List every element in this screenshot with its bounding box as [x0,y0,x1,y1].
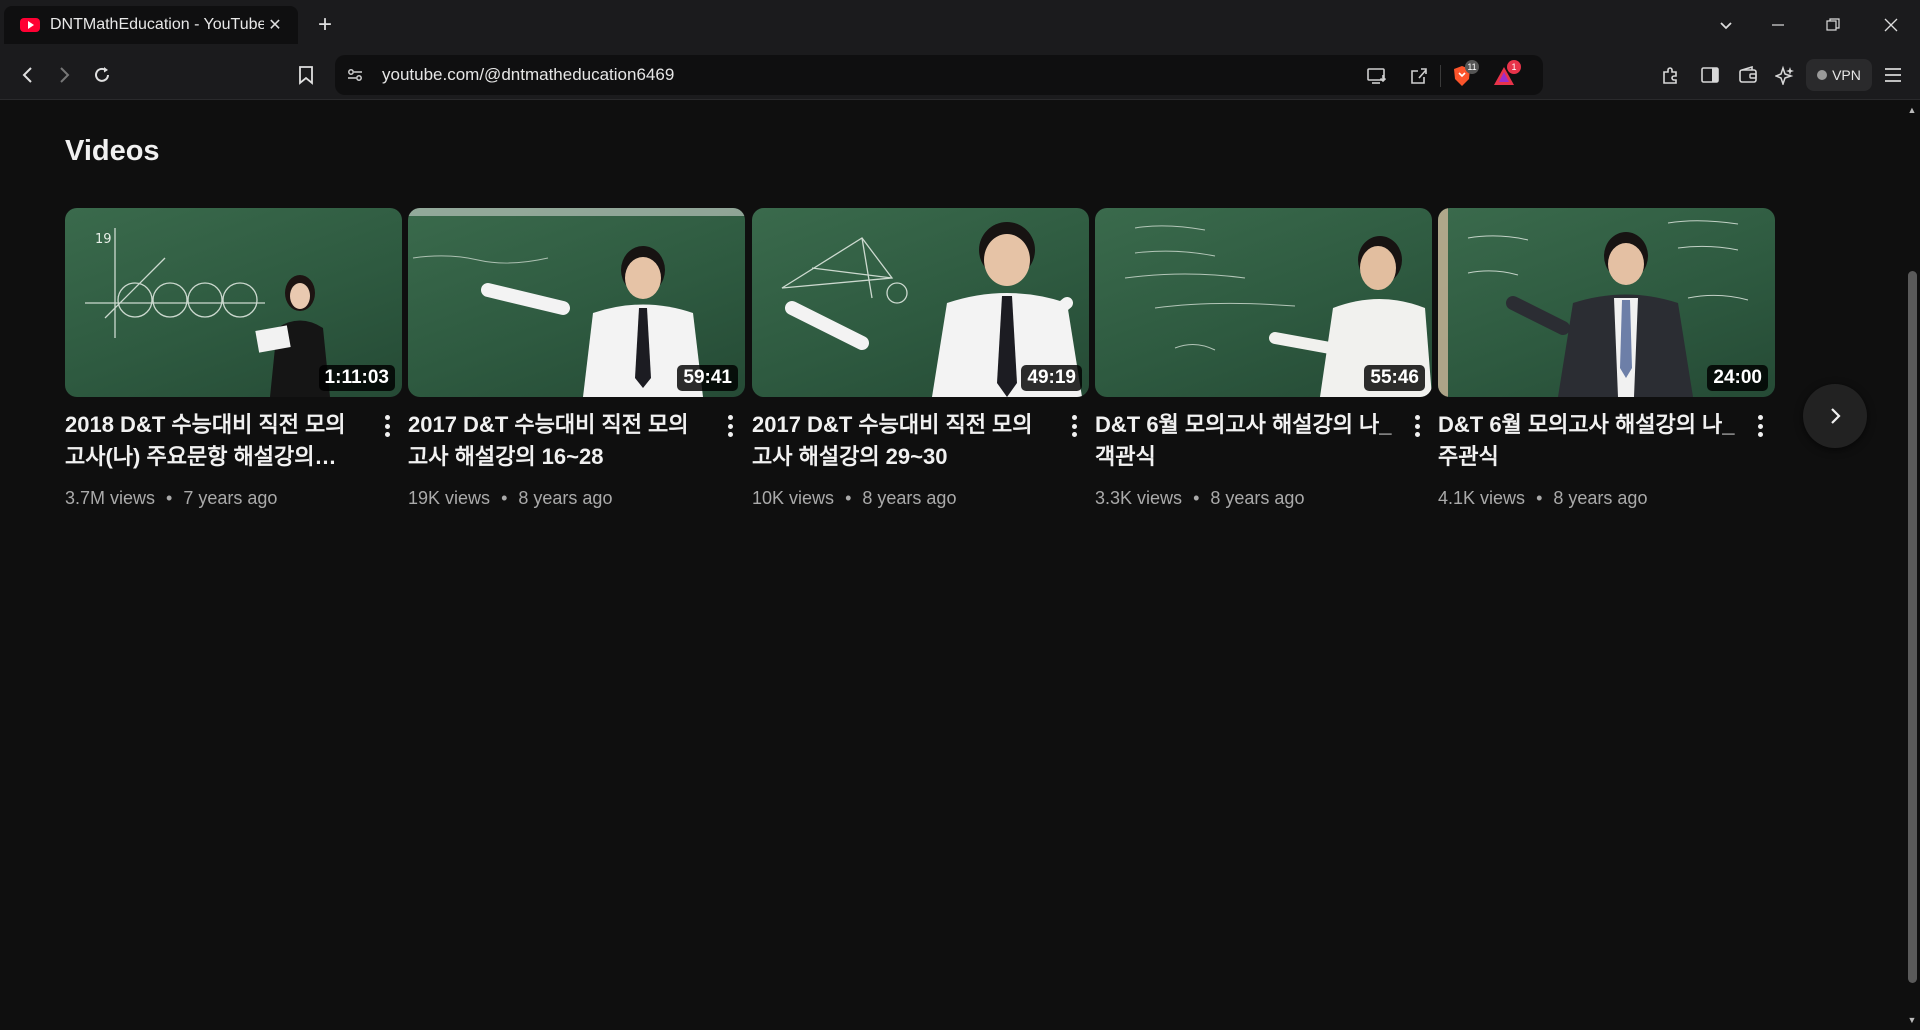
more-actions-icon[interactable] [1751,412,1769,440]
browser-tab[interactable]: DNTMathEducation - YouTube ✕ [4,6,298,44]
video-views: 19K views [408,488,491,508]
video-views: 3.3K views [1095,488,1183,508]
video-thumbnail[interactable]: 55:46 [1095,208,1432,397]
video-views: 4.1K views [1438,488,1526,508]
more-actions-icon[interactable] [1065,412,1083,440]
video-thumbnail[interactable]: 19 1:11:03 [65,208,402,397]
meta-separator: • [1536,488,1543,508]
meta-separator: • [845,488,852,508]
more-actions-icon[interactable] [378,412,396,440]
tab-strip: DNTMathEducation - YouTube ✕ + [0,0,1920,50]
more-actions-icon[interactable] [721,412,739,440]
install-app-icon[interactable] [1364,63,1390,89]
video-age: 8 years ago [518,488,613,508]
new-tab-button[interactable]: + [312,12,338,38]
brave-shields-icon[interactable]: 11 [1449,60,1479,89]
video-card[interactable]: 59:41 2017 D&T 수능대비 직전 모의고사 해설강의 16~28 1… [408,208,745,508]
video-meta: 4.1K views • 8 years ago [1438,488,1647,509]
menu-icon[interactable] [1878,60,1908,90]
video-duration: 55:46 [1364,365,1425,391]
rewards-count-badge: 1 [1507,60,1521,74]
back-icon[interactable] [13,60,43,90]
url-text[interactable]: youtube.com/@dntmatheducation6469 [382,65,674,85]
video-title[interactable]: 2018 D&T 수능대비 직전 모의고사(나) 주요문항 해설강의… [65,409,365,473]
tab-title: DNTMathEducation - YouTube [50,16,264,33]
close-window-icon[interactable] [1871,10,1911,40]
bookmark-icon[interactable] [291,60,321,90]
brave-rewards-icon[interactable]: 1 [1491,60,1521,89]
sidebar-icon[interactable] [1695,60,1725,90]
video-duration: 24:00 [1707,365,1768,391]
scroll-down-icon[interactable]: ▼ [1907,1015,1917,1025]
vpn-status-icon [1817,70,1828,80]
video-views: 10K views [752,488,835,508]
video-title[interactable]: D&T 6월 모의고사 해설강의 나_객관식 [1095,409,1395,473]
video-thumbnail[interactable]: 49:19 [752,208,1089,397]
reload-icon[interactable] [87,60,117,90]
video-card[interactable]: 24:00 D&T 6월 모의고사 해설강의 나_주관식 4.1K views … [1438,208,1775,508]
video-card[interactable]: 19 1:11:03 2018 D&T 수능대비 직전 모의고사(나) 주요문항… [65,208,402,508]
more-actions-icon[interactable] [1408,412,1426,440]
video-age: 7 years ago [183,488,278,508]
video-duration: 59:41 [677,365,738,391]
extensions-icon[interactable] [1656,60,1686,90]
videos-shelf: 19 1:11:03 2018 D&T 수능대비 직전 모의고사(나) 주요문항… [65,208,1867,528]
video-age: 8 years ago [862,488,957,508]
tab-close-button[interactable]: ✕ [264,14,286,36]
video-meta: 19K views • 8 years ago [408,488,612,509]
svg-text:19: 19 [95,232,112,247]
video-age: 8 years ago [1553,488,1648,508]
video-thumbnail[interactable]: 59:41 [408,208,745,397]
meta-separator: • [1193,488,1200,508]
video-title[interactable]: 2017 D&T 수능대비 직전 모의고사 해설강의 29~30 [752,409,1052,473]
video-title[interactable]: 2017 D&T 수능대비 직전 모의고사 해설강의 16~28 [408,409,708,473]
address-bar[interactable]: youtube.com/@dntmatheducation6469 11 1 [335,55,1543,95]
video-meta: 3.7M views • 7 years ago [65,488,277,509]
page-scrollbar[interactable]: ▲ ▼ [1904,101,1920,1030]
scrollbar-thumb[interactable] [1908,271,1917,983]
video-thumbnail[interactable]: 24:00 [1438,208,1775,397]
tab-search-chevron-icon[interactable] [1706,10,1746,40]
video-meta: 10K views • 8 years ago [752,488,956,509]
url-divider [1440,65,1441,87]
video-duration: 1:11:03 [318,365,395,391]
video-title[interactable]: D&T 6월 모의고사 해설강의 나_주관식 [1438,409,1738,473]
video-age: 8 years ago [1210,488,1305,508]
vpn-label: VPN [1832,67,1861,83]
wallet-icon[interactable] [1733,60,1763,90]
youtube-favicon-icon [20,18,40,32]
meta-separator: • [501,488,508,508]
share-icon[interactable] [1406,63,1432,89]
browser-toolbar: youtube.com/@dntmatheducation6469 11 1 V… [0,50,1920,100]
forward-icon[interactable] [49,60,79,90]
video-card[interactable]: 55:46 D&T 6월 모의고사 해설강의 나_객관식 3.3K views … [1095,208,1432,508]
vpn-button[interactable]: VPN [1806,59,1872,91]
video-duration: 49:19 [1021,365,1082,391]
video-views: 3.7M views [65,488,156,508]
chevron-right-icon [1831,408,1841,424]
minimize-icon[interactable] [1758,10,1798,40]
site-settings-icon[interactable] [345,65,365,85]
video-meta: 3.3K views • 8 years ago [1095,488,1304,509]
shields-count-badge: 11 [1465,60,1479,74]
shelf-next-button[interactable] [1803,384,1867,448]
youtube-page: Videos 19 1:11:03 2018 D&T 수능대비 직전 모의고사(… [0,101,1904,1030]
section-title[interactable]: Videos [65,135,160,168]
scroll-up-icon[interactable]: ▲ [1907,105,1917,115]
meta-separator: • [166,488,173,508]
video-card[interactable]: 49:19 2017 D&T 수능대비 직전 모의고사 해설강의 29~30 1… [752,208,1089,508]
restore-icon[interactable] [1813,10,1853,40]
leo-ai-icon[interactable] [1770,60,1800,90]
